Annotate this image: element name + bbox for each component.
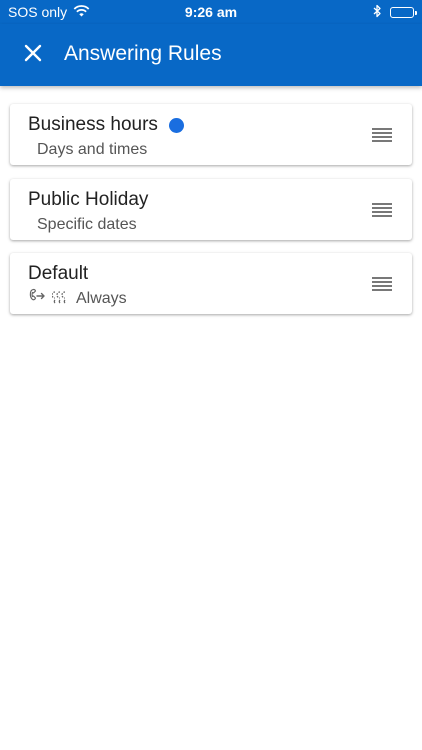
bluetooth-icon	[373, 4, 382, 21]
drag-handle-icon[interactable]	[370, 124, 394, 146]
drag-handle-icon[interactable]	[370, 199, 394, 221]
rule-card-default[interactable]: Default Always	[10, 253, 412, 314]
rule-subtitle-row: Always	[28, 288, 127, 309]
drag-handle-icon[interactable]	[370, 273, 394, 295]
rule-card-business-hours[interactable]: Business hours Days and times	[10, 104, 412, 165]
status-right	[373, 4, 417, 21]
rule-title: Business hours	[28, 114, 158, 135]
rule-subtitle: Always	[76, 289, 127, 307]
close-button[interactable]	[18, 40, 48, 70]
rule-title-row: Business hours	[28, 114, 184, 136]
rule-title: Public Holiday	[28, 189, 149, 210]
rule-subtitle: Specific dates	[37, 216, 137, 233]
voicemail-icon	[51, 288, 70, 309]
rule-title: Default	[28, 263, 89, 284]
page-title: Answering Rules	[64, 42, 222, 65]
rule-title-row: Public Holiday	[28, 189, 148, 211]
app-bar: Answering Rules	[0, 24, 422, 86]
battery-icon	[390, 7, 417, 18]
rule-subtitle: Days and times	[37, 141, 148, 158]
active-indicator-dot	[168, 117, 184, 133]
rule-card-public-holiday[interactable]: Public Holiday Specific dates	[10, 179, 412, 240]
call-forward-icon	[28, 288, 46, 309]
rule-title-row: Default	[28, 263, 88, 285]
status-bar: SOS only 9:26 am	[0, 0, 422, 24]
close-icon	[24, 44, 42, 67]
status-time: 9:26 am	[184, 4, 238, 20]
